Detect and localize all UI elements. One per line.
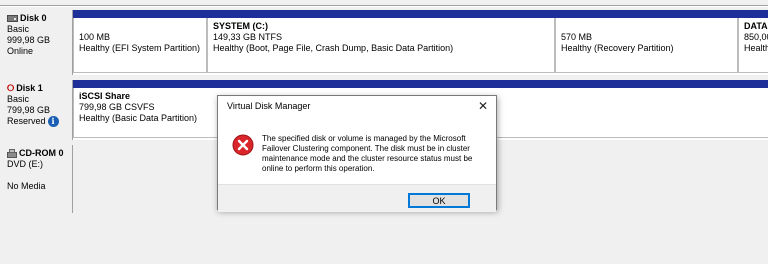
close-icon[interactable]: ✕ (476, 99, 490, 113)
top-divider (0, 0, 768, 6)
virtual-disk-manager-dialog: Virtual Disk Manager ✕ The specified dis… (217, 95, 497, 212)
disk-1-status: Reserved (7, 116, 46, 126)
partition-bar (73, 10, 207, 18)
partition-size: 149,33 GB NTFS (213, 32, 283, 42)
partition-status: Healthy (Boot, Page File, Crash Dump, Ba… (213, 43, 454, 53)
disk-0-name: Disk 0 (20, 13, 47, 23)
partition-size: 100 MB (79, 32, 111, 42)
ok-button[interactable]: OK (408, 193, 470, 208)
disk-1-type: Basic (7, 94, 30, 104)
disk-0-size: 999,98 GB (7, 35, 51, 45)
partition-bar (207, 10, 555, 18)
dialog-message: The specified disk or volume is managed … (262, 134, 473, 173)
partition-data[interactable]: DATA 850,00 Health (738, 10, 768, 73)
partition-title (79, 21, 206, 32)
cd-rom-media: No Media (7, 181, 46, 191)
error-icon (232, 134, 254, 156)
cd-rom-name: CD-ROM 0 (19, 148, 64, 158)
partition-size: 850,00 (744, 32, 768, 42)
hard-disk-icon (7, 15, 18, 22)
disk-0-status: Online (7, 46, 34, 56)
partition-status: Healthy (Recovery Partition) (561, 43, 674, 53)
disk-0-type: Basic (7, 24, 30, 34)
offline-arrow-icon: ⭘ (7, 83, 15, 93)
lower-empty-area (0, 213, 768, 264)
disk-0-label[interactable]: Disk 0 Basic 999,98 GB Online (0, 10, 73, 75)
partition-status: Health (744, 43, 768, 53)
disk-0-partitions: 100 MB Healthy (EFI System Partition) SY… (73, 10, 768, 75)
disk-1-label[interactable]: ⭘ Disk 1 Basic 799,98 GB Reserved i (0, 80, 73, 140)
disk-1-name: Disk 1 (16, 83, 43, 93)
info-icon[interactable]: i (47, 116, 59, 127)
partition-system-c[interactable]: SYSTEM (C:) 149,33 GB NTFS Healthy (Boot… (207, 10, 555, 73)
partition-bar (73, 80, 768, 88)
cd-rom-icon (7, 149, 17, 158)
partition-title: SYSTEM (C:) (213, 21, 268, 31)
partition-bar (738, 10, 768, 18)
disk-1-size: 799,98 GB (7, 105, 51, 115)
partition-bar (555, 10, 738, 18)
partition-size: 570 MB (561, 32, 593, 42)
partition-status: Healthy (EFI System Partition) (79, 43, 201, 53)
dialog-title: Virtual Disk Manager (218, 96, 496, 118)
partition-title (561, 21, 737, 32)
partition-title: DATA (744, 21, 768, 31)
cd-rom-spacer (7, 170, 72, 181)
cd-rom-0-label[interactable]: CD-ROM 0 DVD (E:) No Media (0, 145, 73, 213)
partition-efi[interactable]: 100 MB Healthy (EFI System Partition) (73, 10, 207, 73)
dialog-body: The specified disk or volume is managed … (218, 118, 496, 184)
cd-rom-drive: DVD (E:) (7, 159, 43, 169)
dialog-footer: OK (218, 184, 496, 212)
partition-recovery[interactable]: 570 MB Healthy (Recovery Partition) (555, 10, 738, 73)
